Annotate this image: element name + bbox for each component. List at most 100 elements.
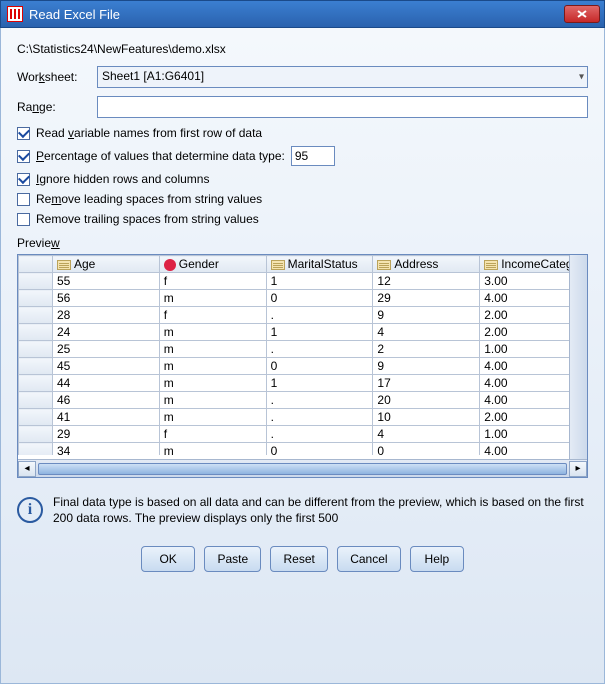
column-label: Gender xyxy=(179,257,219,271)
file-path: C:\Statistics24\NewFeatures\demo.xlsx xyxy=(17,42,588,56)
cell[interactable]: 56 xyxy=(53,290,160,307)
table-row: 28 f.92.00 xyxy=(19,307,587,324)
cell[interactable]: 55 xyxy=(53,273,160,290)
ok-button[interactable]: OK xyxy=(141,546,195,572)
preview-table: AgeGenderMaritalStatusAddressIncomeCateg… xyxy=(18,255,587,455)
cell[interactable]: . xyxy=(266,341,373,358)
reset-button[interactable]: Reset xyxy=(270,546,327,572)
column-label: Address xyxy=(394,257,438,271)
table-row: 44m1174.00 xyxy=(19,375,587,392)
column-label: MaritalStatus xyxy=(288,257,358,271)
cell[interactable]: 41 xyxy=(53,409,160,426)
cell[interactable]: 17 xyxy=(373,375,480,392)
column-header[interactable]: Gender xyxy=(159,256,266,273)
cell[interactable]: m xyxy=(159,392,266,409)
dialog-content: C:\Statistics24\NewFeatures\demo.xlsx Wo… xyxy=(0,28,605,684)
cell[interactable]: m xyxy=(159,443,266,456)
scale-icon xyxy=(484,260,498,270)
vertical-scrollbar[interactable] xyxy=(569,255,587,459)
cell[interactable]: m xyxy=(159,341,266,358)
table-row: 56m0294.00 xyxy=(19,290,587,307)
checkbox-pct-determine[interactable] xyxy=(17,150,30,163)
cell[interactable]: 9 xyxy=(373,307,480,324)
column-header[interactable]: MaritalStatus xyxy=(266,256,373,273)
cell[interactable]: . xyxy=(266,307,373,324)
column-header[interactable]: Address xyxy=(373,256,480,273)
horizontal-scrollbar[interactable]: ◂ ▸ xyxy=(18,459,587,477)
label-pct-determine: Percentage of values that determine data… xyxy=(36,149,285,163)
close-icon xyxy=(576,9,588,19)
row-handle[interactable] xyxy=(19,290,53,307)
worksheet-select[interactable]: Sheet1 [A1:G6401] ▾ xyxy=(97,66,588,88)
help-button[interactable]: Help xyxy=(410,546,464,572)
row-handle[interactable] xyxy=(19,358,53,375)
column-header[interactable]: Age xyxy=(53,256,160,273)
preview-label: Preview xyxy=(17,236,588,250)
checkbox-remove-leading[interactable] xyxy=(17,193,30,206)
cell[interactable]: . xyxy=(266,392,373,409)
cell[interactable]: 44 xyxy=(53,375,160,392)
row-handle[interactable] xyxy=(19,443,53,456)
nominal-icon xyxy=(164,259,176,271)
cell[interactable]: 4 xyxy=(373,426,480,443)
info-text: Final data type is based on all data and… xyxy=(53,494,588,526)
checkbox-ignore-hidden[interactable] xyxy=(17,173,30,186)
pct-input[interactable] xyxy=(291,146,335,166)
cell[interactable]: 1 xyxy=(266,273,373,290)
cell[interactable]: m xyxy=(159,358,266,375)
paste-button[interactable]: Paste xyxy=(204,546,261,572)
range-input[interactable] xyxy=(97,96,588,118)
scroll-right-icon[interactable]: ▸ xyxy=(569,461,587,477)
label-ignore-hidden: Ignore hidden rows and columns xyxy=(36,172,209,186)
cell[interactable]: f xyxy=(159,426,266,443)
cell[interactable]: m xyxy=(159,324,266,341)
cell[interactable]: 2 xyxy=(373,341,480,358)
cell[interactable]: f xyxy=(159,307,266,324)
table-row: 29f.41.00 xyxy=(19,426,587,443)
cell[interactable]: 20 xyxy=(373,392,480,409)
cell[interactable]: 12 xyxy=(373,273,480,290)
cell[interactable]: 1 xyxy=(266,324,373,341)
row-handle[interactable] xyxy=(19,307,53,324)
close-button[interactable] xyxy=(564,5,600,23)
cell[interactable]: 29 xyxy=(53,426,160,443)
row-handle[interactable] xyxy=(19,392,53,409)
checkbox-read-varnames[interactable] xyxy=(17,127,30,140)
cell[interactable]: 0 xyxy=(266,290,373,307)
cell[interactable]: f xyxy=(159,273,266,290)
cancel-button[interactable]: Cancel xyxy=(337,546,400,572)
row-handle[interactable] xyxy=(19,324,53,341)
row-handle[interactable] xyxy=(19,375,53,392)
table-row: 34m004.00 xyxy=(19,443,587,456)
cell[interactable]: 1 xyxy=(266,375,373,392)
cell[interactable]: . xyxy=(266,409,373,426)
row-handle[interactable] xyxy=(19,273,53,290)
table-row: 45m094.00 xyxy=(19,358,587,375)
cell[interactable]: 28 xyxy=(53,307,160,324)
title-bar: Read Excel File xyxy=(0,0,605,28)
cell[interactable]: m xyxy=(159,290,266,307)
row-handle[interactable] xyxy=(19,409,53,426)
cell[interactable]: 46 xyxy=(53,392,160,409)
cell[interactable]: 0 xyxy=(266,358,373,375)
scale-icon xyxy=(271,260,285,270)
row-handle-header xyxy=(19,256,53,273)
row-handle[interactable] xyxy=(19,426,53,443)
cell[interactable]: 0 xyxy=(373,443,480,456)
cell[interactable]: 34 xyxy=(53,443,160,456)
cell[interactable]: 29 xyxy=(373,290,480,307)
cell[interactable]: 10 xyxy=(373,409,480,426)
checkbox-remove-trailing[interactable] xyxy=(17,213,30,226)
cell[interactable]: 25 xyxy=(53,341,160,358)
cell[interactable]: 9 xyxy=(373,358,480,375)
cell[interactable]: 45 xyxy=(53,358,160,375)
scroll-left-icon[interactable]: ◂ xyxy=(18,461,36,477)
cell[interactable]: 0 xyxy=(266,443,373,456)
cell[interactable]: . xyxy=(266,426,373,443)
cell[interactable]: 24 xyxy=(53,324,160,341)
cell[interactable]: m xyxy=(159,409,266,426)
cell[interactable]: m xyxy=(159,375,266,392)
row-handle[interactable] xyxy=(19,341,53,358)
cell[interactable]: 4 xyxy=(373,324,480,341)
scroll-thumb[interactable] xyxy=(38,463,567,475)
